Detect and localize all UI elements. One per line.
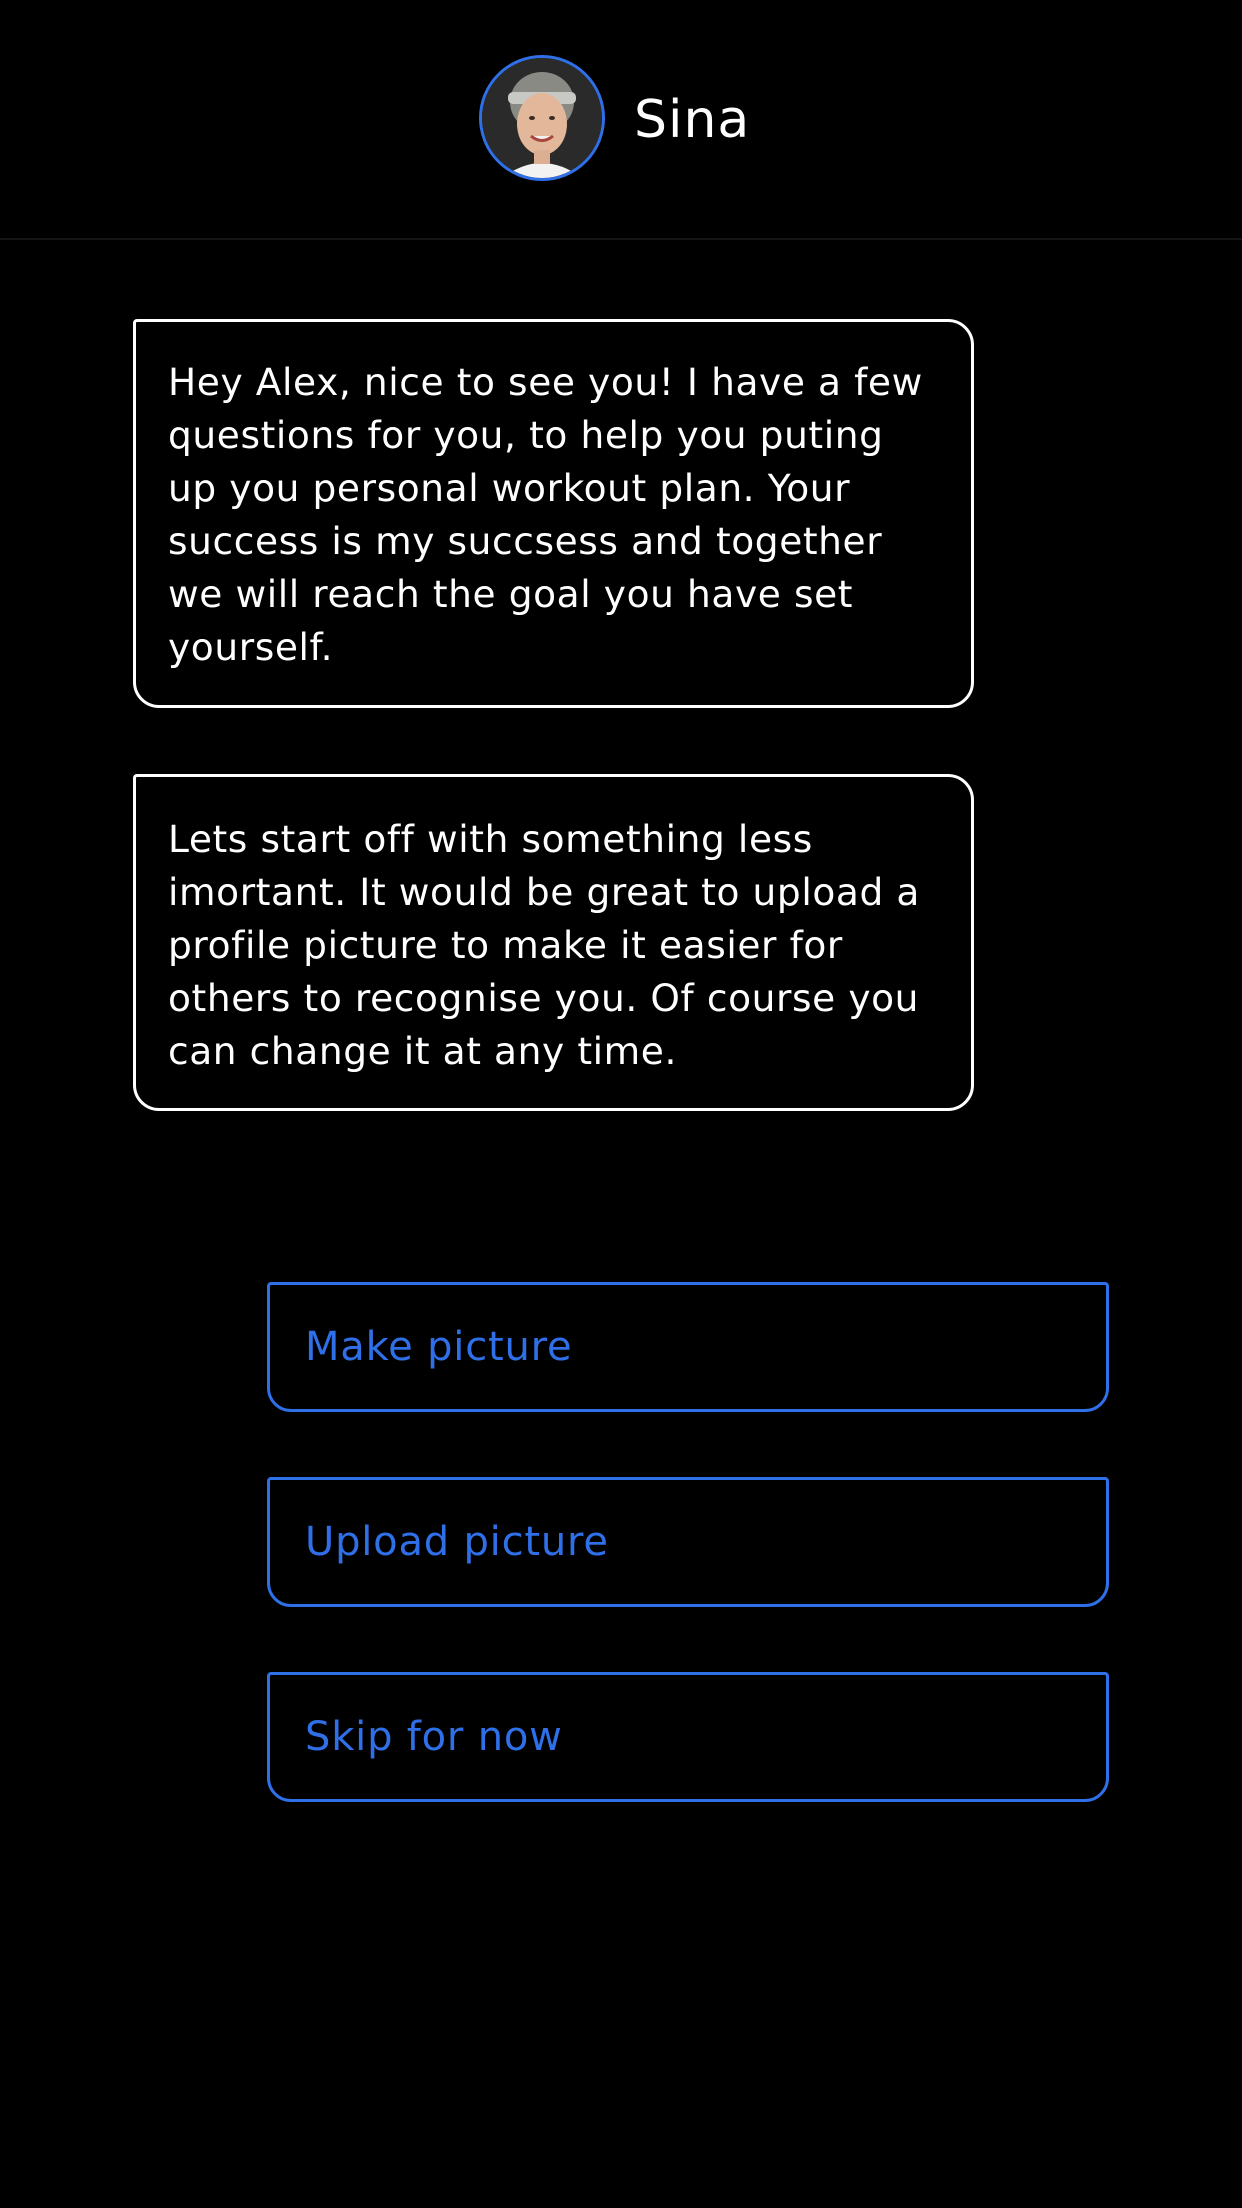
message-bubble: Lets start off with something less imort…	[133, 774, 974, 1111]
make-picture-button[interactable]: Make picture	[267, 1282, 1109, 1412]
contact-name: Sina	[634, 90, 751, 150]
chat-header: Sina	[0, 0, 1242, 240]
avatar[interactable]	[479, 55, 605, 181]
profile-photo-icon	[482, 58, 602, 178]
message-bubble: Hey Alex, nice to see you! I have a few …	[133, 319, 974, 708]
option-label: Make picture	[305, 1324, 573, 1370]
option-label: Skip for now	[305, 1714, 563, 1760]
skip-for-now-button[interactable]: Skip for now	[267, 1672, 1109, 1802]
upload-picture-button[interactable]: Upload picture	[267, 1477, 1109, 1607]
option-label: Upload picture	[305, 1519, 609, 1565]
